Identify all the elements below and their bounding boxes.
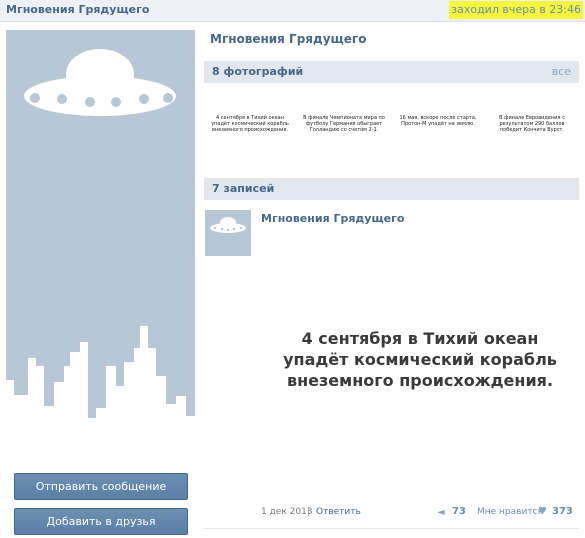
send-message-button[interactable]: Отправить сообщение	[14, 473, 188, 500]
post-footer: 1 дек 2013 | Ответить ◄ 73 Мне нравится …	[204, 506, 579, 522]
photo-thumb[interactable]: 4 сентября в Тихий океан упадёт космичес…	[206, 115, 294, 133]
like-count[interactable]: 373	[552, 506, 573, 517]
share-count[interactable]: 73	[452, 506, 466, 517]
photos-count-label[interactable]: 8 фотографий	[212, 65, 303, 78]
wall-section-header[interactable]: 7 записей	[204, 178, 579, 200]
post-author-avatar[interactable]	[205, 210, 251, 256]
divider	[204, 528, 579, 529]
top-bar: Мгновения Грядущего заходил вчера в 23:4…	[0, 0, 585, 22]
photo-thumb[interactable]: 16 мая, вскоре после старта, Протон-М уп…	[394, 115, 482, 127]
page-title: Мгновения Грядущего	[210, 32, 367, 46]
wall-count-label[interactable]: 7 записей	[212, 182, 274, 195]
footer-separator: |	[307, 507, 311, 517]
photos-all-link[interactable]: все	[552, 65, 571, 78]
photo-thumb[interactable]: В финале Чемпионата мира по футболу Герм…	[300, 115, 388, 133]
photos-section-header[interactable]: 8 фотографий все	[204, 61, 579, 83]
post-author-name[interactable]: Мгновения Грядущего	[261, 212, 404, 225]
reply-link[interactable]: Ответить	[316, 507, 361, 517]
heart-icon[interactable]: ♥	[538, 506, 547, 517]
city-skyline-icon	[6, 326, 195, 445]
profile-avatar[interactable]	[6, 30, 195, 445]
left-column: Отправить сообщение Добавить в друзья	[6, 30, 195, 535]
photo-thumb[interactable]: В финале Евровидения с результатом 290 б…	[488, 115, 576, 133]
megaphone-icon[interactable]: ◄	[437, 507, 445, 518]
ufo-icon	[210, 217, 246, 233]
online-status: заходил вчера в 23:46	[449, 1, 583, 19]
add-friend-button[interactable]: Добавить в друзья	[14, 508, 188, 535]
post-text: 4 сентября в Тихий океан упадёт космичес…	[283, 329, 557, 390]
page-name[interactable]: Мгновения Грядущего	[6, 3, 149, 16]
post-date[interactable]: 1 дек 2013	[261, 507, 313, 517]
like-label[interactable]: Мне нравится	[477, 507, 543, 517]
photo-thumbnails: 4 сентября в Тихий океан упадёт космичес…	[204, 115, 579, 155]
